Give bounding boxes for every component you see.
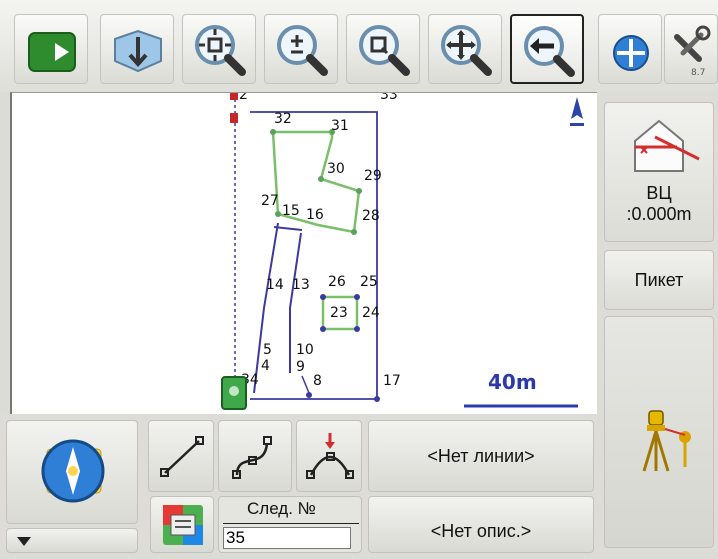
chevron-down-icon [17,537,31,546]
picket-label: Пикет [634,270,684,290]
load-button[interactable] [100,14,174,84]
scale-label: 40m [488,370,537,394]
red-marker [230,93,238,100]
target-icon [613,35,649,71]
point-label: 32 [274,111,292,127]
next-number-input[interactable] [223,527,351,549]
compass-icon [41,439,105,503]
point-label: 26 [328,274,346,290]
point-label: 33 [380,93,398,103]
pan-icon [441,25,492,76]
zoom-extents-button[interactable] [182,14,256,84]
code-list-button[interactable] [150,496,214,553]
menu-dropdown[interactable] [6,528,138,553]
no-description-button[interactable]: <Нет опис.> [368,496,594,553]
point-label: 15 [282,203,300,219]
point-label: 25 [360,274,378,290]
go-forward-button[interactable] [14,14,88,84]
survey-line [301,375,310,394]
zoom-window-button[interactable] [346,14,420,84]
point-label: 29 [364,168,382,184]
code-list-icon [163,505,203,545]
right-panel: ВЦ :0.000m Пикет [600,92,718,553]
north-arrow-icon [570,97,584,126]
point-label: 28 [362,208,380,224]
toolbar: 8.7 [0,0,718,92]
pan-button[interactable] [428,14,502,84]
point-label: 4 [261,358,270,374]
arc-icon [306,433,354,479]
next-number-label: След. № [247,499,316,518]
point-label: 5 [263,342,272,358]
curve-tool-button[interactable] [218,420,292,492]
point-label: 8 [313,373,322,389]
next-number-box: След. № [218,496,362,553]
svg-text:8.7: 8.7 [691,68,705,78]
point-label: 14 [266,277,284,293]
settings-button[interactable]: 8.7 [664,14,718,84]
zoom-plus-minus-button[interactable] [264,14,338,84]
point-label: 2 [239,93,248,103]
settings-icon: 8.7 [674,25,711,78]
compass-button[interactable] [6,420,138,524]
survey-line [273,226,303,231]
point-label: 10 [296,342,314,358]
point-label: 17 [383,373,401,389]
tripod-icon [642,410,691,472]
zoom-previous-button[interactable] [510,14,584,84]
target-button[interactable] [598,14,662,84]
curve-line-icon [232,436,272,479]
zoom-plus-minus-icon [277,25,328,76]
point-label: 30 [327,161,345,177]
zoom-window-icon [359,25,410,76]
point-label: 13 [292,277,310,293]
no-line-button[interactable]: <Нет линии> [368,420,594,492]
picket-button[interactable]: Пикет [604,250,714,310]
go-forward-icon [28,32,76,72]
bottom-panel: <Нет линии> След. № <Нет опис.> [0,414,600,553]
house-height-icon [634,119,700,172]
zoom-previous-icon [524,26,575,77]
straight-line-icon [160,436,204,477]
point-label: 27 [261,193,279,209]
map-view[interactable]: 2 33 32 31 30 29 27 15 16 28 14 13 26 25… [10,92,597,415]
point-label: 31 [331,118,349,134]
no-description-label: <Нет опис.> [430,521,532,541]
red-marker [230,113,238,123]
height-value: :0.000m [626,204,692,224]
point-label: 16 [306,207,324,223]
zoom-extents-icon [195,25,246,76]
instrument-marker-icon [221,376,247,410]
point-label: 9 [296,359,305,375]
load-down-icon [114,29,162,73]
point-label: 23 [330,305,348,321]
height-label: ВЦ [646,183,672,203]
line-tool-button[interactable] [148,420,214,492]
no-line-label: <Нет линии> [427,446,535,466]
point-label: 24 [362,305,380,321]
height-button[interactable]: ВЦ :0.000m [604,102,714,242]
arc-tool-button[interactable] [296,420,362,492]
map-canvas: 2 33 32 31 30 29 27 15 16 28 14 13 26 25… [221,93,584,410]
survey-button[interactable] [604,316,714,548]
